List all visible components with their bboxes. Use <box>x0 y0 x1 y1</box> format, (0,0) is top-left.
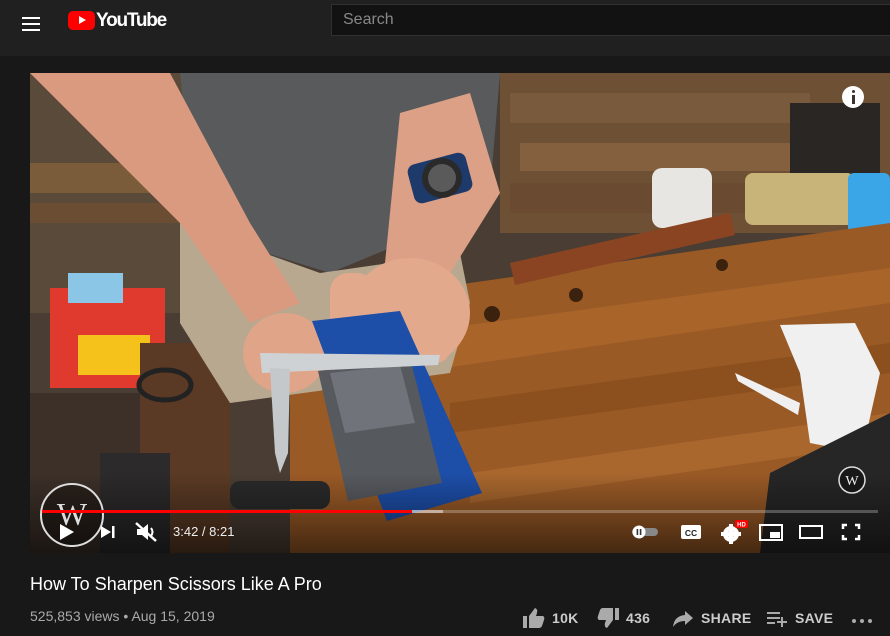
share-icon <box>673 611 693 627</box>
svg-text:CC: CC <box>685 528 697 538</box>
info-icon[interactable] <box>842 86 864 108</box>
action-bar: 10K 436 SHARE SAVE <box>0 606 890 630</box>
progress-played <box>42 510 413 513</box>
thumbs-up-icon <box>523 608 545 628</box>
share-label: SHARE <box>701 610 752 626</box>
like-count: 10K <box>552 610 579 626</box>
search-box <box>331 4 890 36</box>
dislike-button[interactable]: 436 <box>596 606 656 630</box>
youtube-logo-icon <box>68 11 95 30</box>
hd-badge: HD <box>737 523 746 529</box>
masthead: YouTube <box>0 0 890 56</box>
logo-text: YouTube <box>96 10 167 31</box>
branding-watermark-icon[interactable]: W <box>837 465 867 495</box>
miniplayer-icon[interactable] <box>758 522 784 542</box>
play-icon[interactable] <box>55 521 77 543</box>
share-button[interactable]: SHARE <box>671 606 751 630</box>
search-input[interactable] <box>332 5 890 35</box>
save-label: SAVE <box>795 610 834 626</box>
progress-bar[interactable] <box>42 510 878 513</box>
duration: 8:21 <box>209 524 235 539</box>
thumbs-down-icon <box>597 608 619 628</box>
hamburger-menu-icon[interactable] <box>20 12 44 36</box>
fullscreen-icon[interactable] <box>840 522 862 542</box>
more-actions-icon[interactable] <box>851 606 873 630</box>
next-icon[interactable] <box>98 523 118 541</box>
time-display: 3:42 / 8:21 <box>173 524 234 539</box>
subtitles-icon[interactable]: CC <box>680 523 702 541</box>
brand-watermark-letter: W <box>845 474 859 489</box>
video-player[interactable]: W W 3:42 / 8:21 CC HD <box>30 73 890 553</box>
current-time: 3:42 <box>173 524 199 539</box>
add-to-playlist-icon <box>767 612 787 627</box>
dislike-count: 436 <box>626 610 651 626</box>
volume-muted-icon[interactable] <box>133 520 159 544</box>
video-title: How To Sharpen Scissors Like A Pro <box>30 574 322 594</box>
save-button[interactable]: SAVE <box>765 606 835 630</box>
settings-icon[interactable]: HD <box>720 519 748 545</box>
like-button[interactable]: 10K <box>522 606 582 630</box>
autoplay-toggle-icon[interactable] <box>630 525 660 539</box>
theater-mode-icon[interactable] <box>798 523 824 541</box>
time-separator: / <box>198 524 210 539</box>
